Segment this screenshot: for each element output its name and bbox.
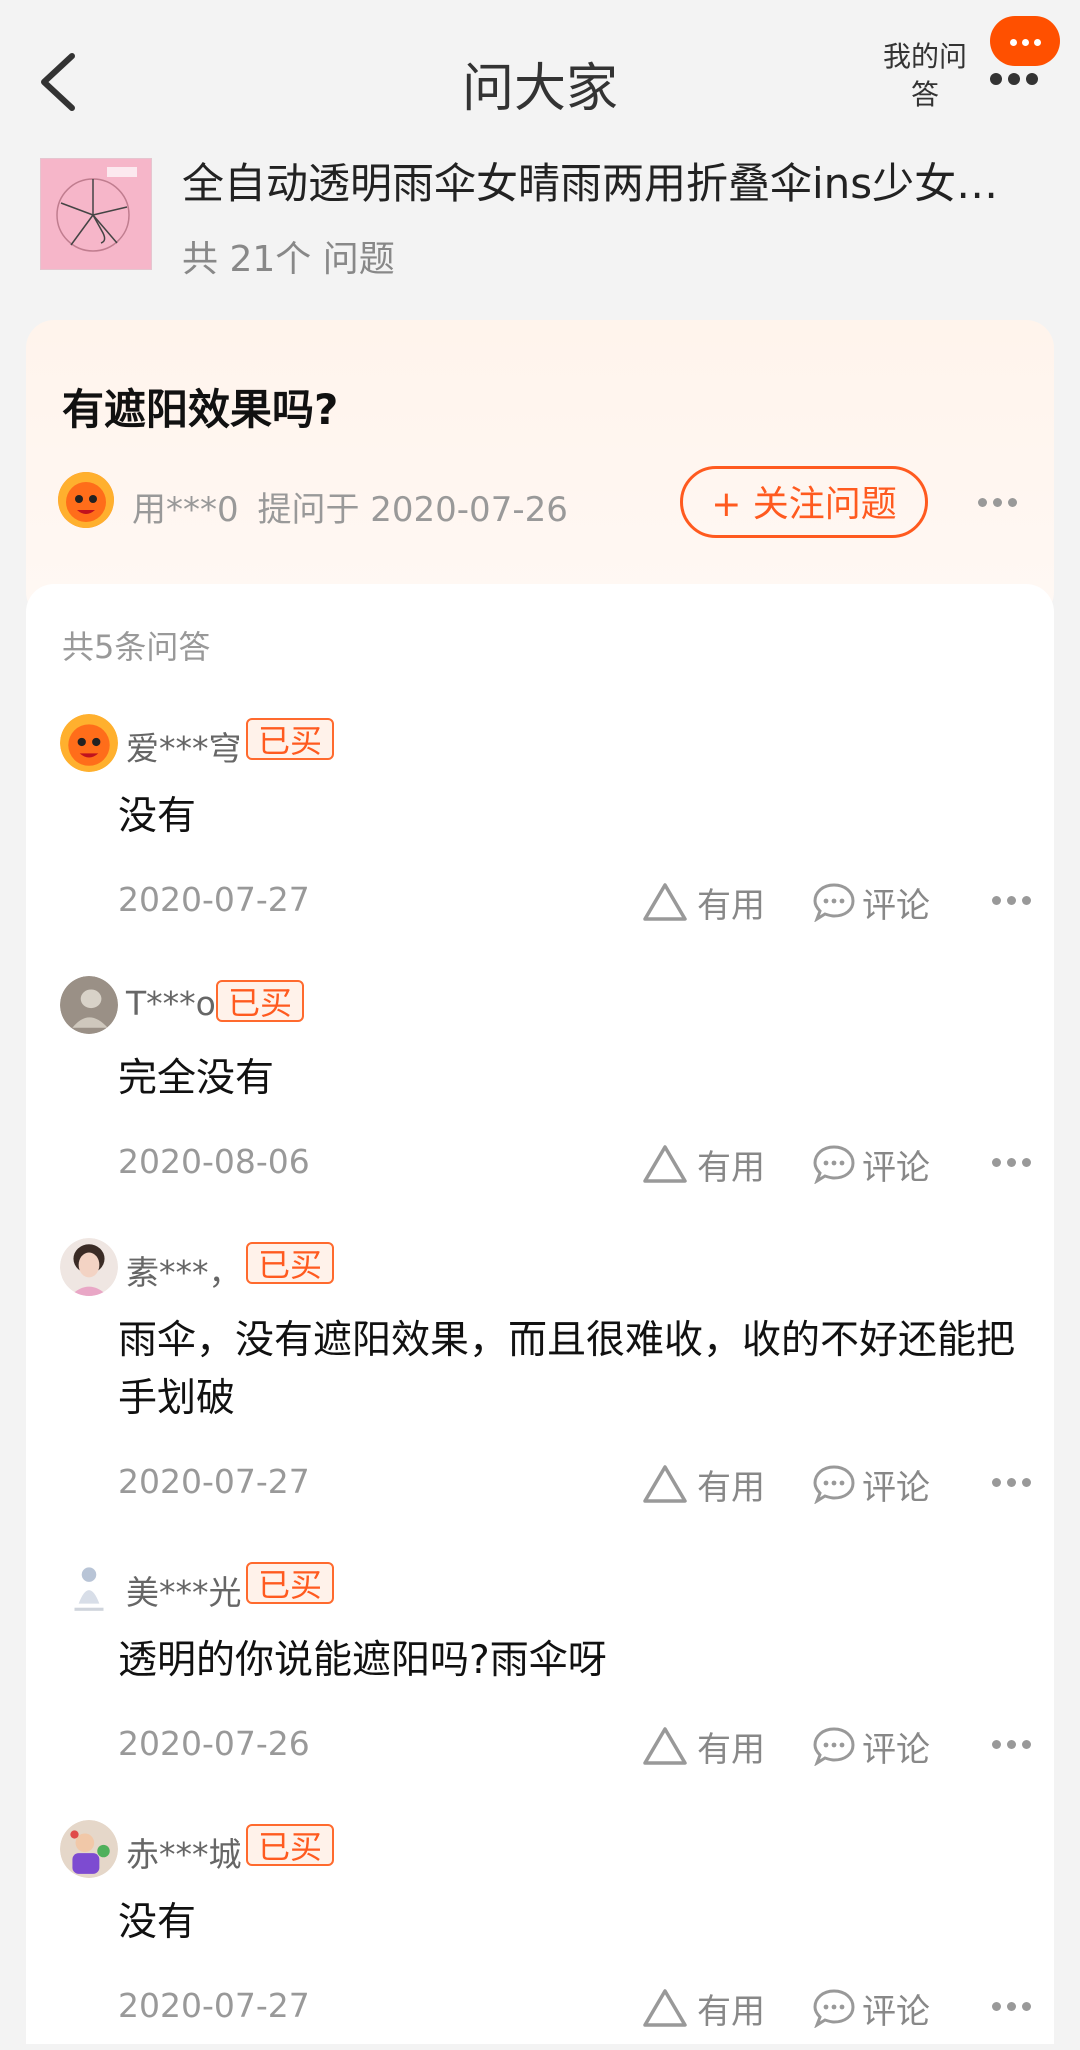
answer-more-icon[interactable]: [992, 1740, 1052, 1752]
answer-more-icon[interactable]: [992, 1158, 1052, 1170]
answer-text: 完全没有: [118, 1056, 275, 1101]
comment-label: 评论: [862, 1148, 930, 1188]
user-name: 赤***城: [126, 1835, 242, 1874]
answer-item: 爱***穹 已买 没有 2020-07-27 有用 评论: [26, 714, 1054, 954]
triangle-up-icon: [643, 1727, 687, 1765]
answer-date: 2020-07-26: [118, 1724, 310, 1763]
answers-panel: 共5条问答 爱***穹 已买 没有 2020-07-27 有用 评论 T***o…: [26, 584, 1054, 2044]
comment-label: 评论: [862, 1730, 930, 1770]
answer-text: 没有: [118, 794, 197, 839]
useful-button[interactable]: 有用: [642, 1140, 772, 1188]
comment-label: 评论: [862, 886, 930, 926]
answer-text: 透明的你说能遮阳吗?雨伞呀: [118, 1638, 607, 1683]
comment-button[interactable]: 评论: [812, 1984, 942, 2032]
product-thumbnail[interactable]: [40, 158, 152, 270]
user-name: 爱***穹: [126, 729, 242, 768]
user-name: T***o: [126, 984, 216, 1023]
asker-name: 用***0: [132, 490, 239, 530]
answer-item: 素***， 已买 雨伞，没有遮阳效果，而且很难收，收的不好还能把手划破 2020…: [26, 1238, 1054, 1538]
question-count: 共 21个 问题: [182, 239, 395, 280]
comment-bubble-icon: [813, 1989, 855, 2028]
comment-bubble-icon: [813, 1727, 855, 1766]
useful-button[interactable]: 有用: [642, 1460, 772, 1508]
answer-text: 没有: [118, 1900, 197, 1945]
answer-item: 赤***城 已买 没有 2020-07-27 有用 评论: [26, 1820, 1054, 2050]
question-more-icon[interactable]: [978, 498, 1038, 512]
user-name: 素***，: [126, 1253, 242, 1292]
question-card: 有遮阳效果吗? 用***0 提问于 2020-07-26 + 关注问题: [26, 320, 1054, 620]
triangle-up-icon: [643, 1465, 687, 1503]
comment-label: 评论: [862, 1992, 930, 2032]
answer-item: T***o 已买 完全没有 2020-08-06 有用 评论: [26, 976, 1054, 1216]
follow-question-button[interactable]: + 关注问题: [680, 466, 928, 538]
answer-more-icon[interactable]: [992, 1478, 1052, 1490]
asked-date: 提问于 2020-07-26: [257, 490, 568, 530]
comment-bubble-icon: [813, 883, 855, 922]
useful-label: 有用: [697, 1992, 765, 2032]
user-avatar: [60, 1558, 118, 1616]
useful-label: 有用: [697, 886, 765, 926]
answers-count: 共5条问答: [62, 628, 211, 666]
useful-label: 有用: [697, 1468, 765, 1508]
comment-button[interactable]: 评论: [812, 1140, 942, 1188]
comment-button[interactable]: 评论: [812, 878, 942, 926]
user-avatar: [60, 976, 118, 1034]
user-avatar: [60, 1820, 118, 1878]
answer-more-icon[interactable]: [992, 2002, 1052, 2014]
user-name: 美***光: [126, 1573, 242, 1612]
useful-button[interactable]: 有用: [642, 878, 772, 926]
purchased-badge: 已买: [216, 980, 305, 1022]
more-menu-icon[interactable]: [990, 70, 1046, 85]
comment-label: 评论: [862, 1468, 930, 1508]
answer-date: 2020-07-27: [118, 1986, 310, 2025]
my-answers-link[interactable]: 我的问答: [880, 38, 970, 114]
purchased-badge: 已买: [246, 718, 335, 760]
comment-bubble-icon: [813, 1465, 855, 1504]
triangle-up-icon: [643, 1989, 687, 2027]
triangle-up-icon: [643, 1145, 687, 1183]
umbrella-image-icon: [56, 167, 137, 252]
answer-text: 雨伞，没有遮阳效果，而且很难收，收的不好还能把手划破: [118, 1318, 1016, 1421]
user-avatar: [60, 1238, 118, 1296]
comment-button[interactable]: 评论: [812, 1460, 942, 1508]
question-text: 有遮阳效果吗?: [62, 385, 339, 434]
purchased-badge: 已买: [246, 1562, 335, 1604]
useful-label: 有用: [697, 1148, 765, 1188]
answer-date: 2020-07-27: [118, 1462, 310, 1501]
useful-button[interactable]: 有用: [642, 1984, 772, 2032]
message-bubble-icon[interactable]: [990, 16, 1060, 66]
answer-more-icon[interactable]: [992, 896, 1052, 908]
answer-date: 2020-07-27: [118, 880, 310, 919]
useful-label: 有用: [697, 1730, 765, 1770]
asker-avatar: [58, 472, 114, 528]
asker-info: 用***0 提问于 2020-07-26: [132, 482, 568, 531]
triangle-up-icon: [643, 883, 687, 921]
comment-button[interactable]: 评论: [812, 1722, 942, 1770]
answer-date: 2020-08-06: [118, 1142, 310, 1181]
user-avatar: [60, 714, 118, 772]
top-bar: 问大家 我的问答: [0, 0, 1080, 150]
purchased-badge: 已买: [246, 1824, 335, 1866]
useful-button[interactable]: 有用: [642, 1722, 772, 1770]
comment-bubble-icon: [813, 1145, 855, 1184]
answer-item: 美***光 已买 透明的你说能遮阳吗?雨伞呀 2020-07-26 有用 评论: [26, 1558, 1054, 1798]
product-title[interactable]: 全自动透明雨伞女晴雨两用折叠伞ins少女…: [182, 150, 1042, 211]
purchased-badge: 已买: [246, 1242, 335, 1284]
